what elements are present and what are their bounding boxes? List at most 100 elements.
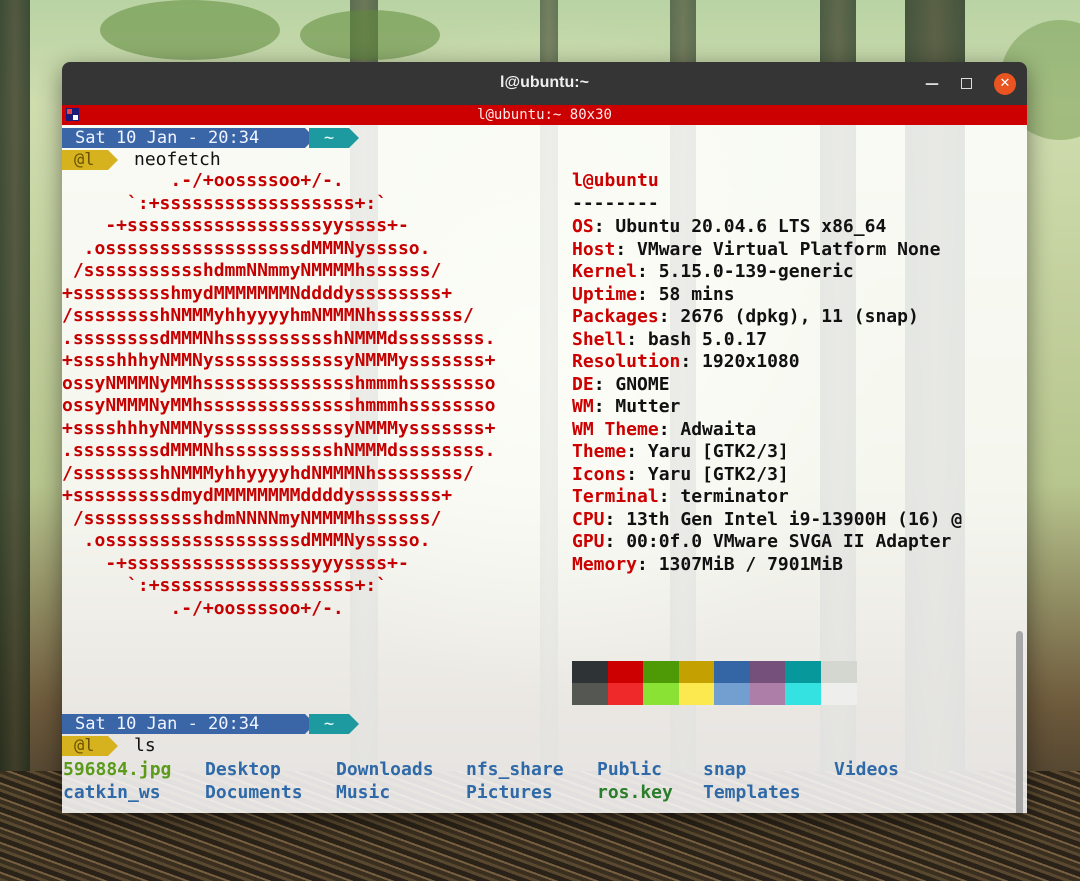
- logo-line: /sssssssshNMMMyhhyyyyhmNMMMNhssssssss/: [62, 305, 474, 326]
- info-key: Kernel: [572, 261, 638, 282]
- info-value: : GNOME: [593, 373, 670, 395]
- terminal-window: l@ubuntu:~ — ✕ l@ubuntu:~ 80x30 Sat 10 J…: [62, 62, 1027, 813]
- info-separator: --------: [572, 193, 659, 214]
- prompt-date: Sat 10 Jan - 20:34: [62, 128, 315, 148]
- maximize-icon[interactable]: [955, 73, 977, 95]
- info-key: Resolution: [572, 351, 681, 372]
- color-swatch: [749, 683, 786, 705]
- color-swatch: [820, 661, 857, 683]
- info-row: WM: Mutter: [572, 396, 680, 418]
- color-swatch: [572, 683, 608, 705]
- info-value: : Mutter: [593, 396, 681, 417]
- prompt-status-line: Sat 10 Jan - 20:34 ~: [62, 714, 362, 734]
- color-swatch: [714, 683, 750, 705]
- minimize-icon[interactable]: —: [921, 73, 943, 95]
- scrollbar[interactable]: [1016, 631, 1023, 813]
- info-row: Memory: 1307MiB / 7901MiB: [572, 554, 843, 576]
- info-row: CPU: 13th Gen Intel i9-13900H (16) @: [572, 509, 962, 531]
- color-swatch: [749, 661, 786, 683]
- window-title: l@ubuntu:~: [500, 74, 589, 91]
- ls-entry: Downloads: [336, 759, 434, 780]
- info-key: Host: [572, 238, 616, 260]
- info-row: Packages: 2676 (dpkg), 11 (snap): [572, 306, 919, 328]
- info-row: Resolution: 1920x1080: [572, 351, 800, 373]
- logo-line: +sssssssssdmydMMMMMMMMddddyssssssss+: [62, 485, 453, 506]
- info-row: Theme: Yaru [GTK2/3]: [572, 441, 789, 463]
- color-swatch: [785, 683, 821, 705]
- info-row: Uptime: 58 mins: [572, 284, 735, 306]
- info-value: : 13th Gen Intel i9-13900H (16) @: [604, 508, 963, 530]
- logo-line: .ossssssssssssssssssdMMMNysssso.: [62, 237, 431, 259]
- logo-line: -+ssssssssssssssssssyyssss+-: [62, 215, 409, 236]
- info-key: OS: [572, 216, 594, 237]
- info-row: OS: Ubuntu 20.04.6 LTS x86_64: [572, 216, 886, 238]
- info-value: : 1307MiB / 7901MiB: [637, 553, 843, 575]
- prompt-dir: ~: [309, 128, 359, 148]
- ls-entry: Public: [597, 759, 663, 780]
- info-value: : VMware Virtual Platform None: [615, 238, 941, 260]
- info-value: : 58 mins: [637, 283, 735, 305]
- logo-line: /ssssssssssshdmNNNNmyNMMMMhssssss/: [62, 507, 442, 529]
- info-row: Host: VMware Virtual Platform None: [572, 239, 940, 261]
- color-swatch: [678, 661, 715, 683]
- logo-line: +sssshhhyNMMNyssssssssssssyNMMMysssssss+: [62, 417, 496, 439]
- logo-line: .-/+oossssoo+/-.: [62, 170, 344, 191]
- color-swatch: [607, 661, 644, 683]
- terminal-title: l@ubuntu:~ 80x30: [477, 107, 612, 123]
- info-key: Theme: [572, 441, 627, 462]
- terminal-output[interactable]: Sat 10 Jan - 20:34 ~ @l neofetch .-/+oos…: [62, 125, 1027, 813]
- info-row: DE: GNOME: [572, 374, 670, 396]
- info-value: : bash 5.0.17: [626, 328, 768, 350]
- logo-line: +ssssssssshmydMMMMMMMNddddyssssssss+: [62, 282, 453, 304]
- close-icon[interactable]: ✕: [994, 73, 1016, 95]
- logo-line: .-/+oossssoo+/-.: [62, 597, 344, 619]
- info-value: : 2676 (dpkg), 11 (snap): [658, 306, 919, 327]
- info-value: : terminator: [658, 486, 789, 507]
- ls-entry: snap: [703, 759, 747, 780]
- ls-entry: Documents: [205, 782, 303, 803]
- info-key: Memory: [572, 553, 638, 575]
- ls-entry: Desktop: [205, 759, 281, 780]
- prompt-command-line: @l ls: [62, 736, 362, 756]
- terminator-titlebar[interactable]: l@ubuntu:~ 80x30: [62, 105, 1027, 125]
- color-swatch: [643, 683, 679, 705]
- logo-line: `:+ssssssssssssssssss+:`: [62, 575, 388, 596]
- logo-line: .ssssssssdMMMNhsssssssssshNMMMdssssssss.: [62, 327, 496, 349]
- info-key: Terminal: [572, 486, 659, 507]
- info-value: : 00:0f.0 VMware SVGA II Adapter: [604, 531, 952, 552]
- prompt-user: @l: [62, 150, 118, 170]
- window-titlebar[interactable]: l@ubuntu:~ — ✕: [62, 62, 1027, 105]
- info-value: : Yaru [GTK2/3]: [626, 441, 789, 462]
- command-text: ls: [134, 735, 156, 756]
- prompt-status-line: Sat 10 Jan - 20:34 ~: [62, 128, 362, 148]
- logo-line: .ossssssssssssssssssdMMMNysssso.: [62, 530, 431, 551]
- color-swatch: [785, 661, 821, 683]
- info-key: CPU: [572, 508, 605, 530]
- info-key: Uptime: [572, 283, 638, 305]
- logo-line: +sssshhhyNMMNyssssssssssssyNMMMysssssss+: [62, 350, 496, 371]
- prompt-command-line: @l neofetch: [62, 150, 362, 170]
- ls-entry: catkin_ws: [63, 782, 161, 803]
- logo-line: `:+ssssssssssssssssss+:`: [62, 192, 388, 214]
- info-key: Shell: [572, 328, 627, 350]
- info-value: : 5.15.0-139-generic: [637, 261, 854, 282]
- info-row: Kernel: 5.15.0-139-generic: [572, 261, 854, 283]
- info-value: : 1920x1080: [680, 351, 800, 372]
- color-swatch: [714, 661, 750, 683]
- logo-line: /ssssssssssshdmmNNmmyNMMMMhssssss/: [62, 260, 442, 281]
- ls-entry: 596884.jpg: [63, 759, 172, 780]
- info-row: Icons: Yaru [GTK2/3]: [572, 464, 789, 486]
- ls-entry: Videos: [834, 759, 900, 780]
- logo-line: -+sssssssssssssssssyyyssss+-: [62, 552, 409, 574]
- ls-entry: Pictures: [466, 782, 553, 803]
- color-swatch: [820, 683, 857, 705]
- color-swatch: [572, 661, 608, 683]
- prompt-date: Sat 10 Jan - 20:34: [62, 714, 315, 734]
- info-row: Terminal: terminator: [572, 486, 789, 508]
- logo-line: .ssssssssdMMMNhsssssssssshNMMMdssssssss.: [62, 440, 496, 461]
- ls-entry: ros.key: [597, 782, 673, 803]
- info-row: GPU: 00:0f.0 VMware SVGA II Adapter: [572, 531, 951, 553]
- info-key: WM Theme: [572, 418, 659, 440]
- info-key: Icons: [572, 463, 627, 485]
- ls-entry: Music: [336, 782, 391, 803]
